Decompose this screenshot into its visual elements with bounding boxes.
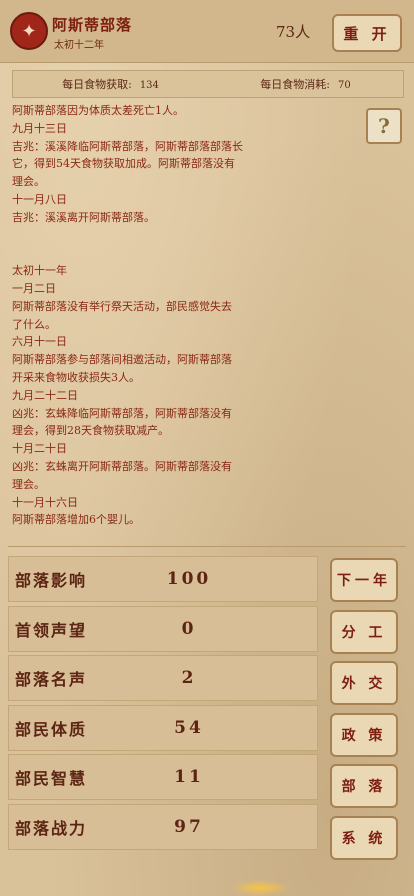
stat-value: 11 bbox=[174, 767, 204, 787]
top-bar: ✦ 阿斯蒂部落 太初十二年 73人 重 开 bbox=[0, 0, 414, 63]
log-line: 凶兆：玄蛛降临阿斯蒂部落，阿斯蒂部落没有 bbox=[12, 406, 232, 420]
question-mark-icon[interactable]: ? bbox=[366, 108, 402, 144]
log-line: 理会，得到28天食物获取减产。 bbox=[12, 424, 169, 438]
log-line: 吉兆：溪溪离开阿斯蒂部落。 bbox=[12, 210, 155, 224]
log-line: 了什么。 bbox=[12, 317, 56, 331]
stat-row-wisdom: 部民智慧 11 bbox=[8, 754, 318, 800]
log-line: 它，得到54天食物获取加成。阿斯蒂部落没有 bbox=[12, 157, 235, 171]
stat-row-constitution: 部民体质 54 bbox=[8, 704, 318, 751]
food-gain-label: 每日食物获取: bbox=[62, 78, 132, 91]
policy-button[interactable]: 政 策 bbox=[330, 712, 398, 757]
tribe-name: 阿斯蒂部落 bbox=[52, 16, 133, 34]
stat-value: 2 bbox=[181, 668, 197, 688]
divider bbox=[8, 546, 406, 547]
stats-panel: 部落影响 100 首领声望 0 部落名声 2 部民体质 54 部民智慧 11 部… bbox=[8, 556, 318, 853]
log-line: 六月十一日 bbox=[12, 335, 67, 349]
food-bar: 每日食物获取: 134 每日食物消耗: 70 bbox=[12, 70, 404, 98]
log-line: 阿斯蒂部落因为体质太差死亡1人。 bbox=[12, 104, 184, 117]
stat-label: 部落战力 bbox=[15, 818, 88, 838]
log-line: 阿斯蒂部落参与部落间相邀活动，阿斯蒂部落 bbox=[12, 353, 232, 367]
action-buttons: 下一年 分 工 外 交 政 策 部 落 系 统 bbox=[330, 558, 398, 868]
stat-label: 部落影响 bbox=[15, 571, 88, 590]
log-line: 阿斯蒂部落没有举行祭天活动，部民感觉失去 bbox=[12, 299, 232, 313]
era-label: 太初十二年 bbox=[54, 40, 104, 51]
log-line: 理会。 bbox=[12, 477, 45, 491]
log-line: 十月二十日 bbox=[12, 442, 67, 456]
stat-row-influence: 部落影响 100 bbox=[8, 556, 318, 602]
stat-row-prestige: 首领声望 0 bbox=[8, 605, 318, 652]
stat-value: 97 bbox=[174, 816, 204, 837]
stat-value: 0 bbox=[181, 618, 197, 639]
stat-value: 54 bbox=[174, 717, 204, 738]
division-button[interactable]: 分 工 bbox=[330, 609, 398, 654]
food-gain-value: 134 bbox=[139, 80, 159, 91]
log-line: 九月二十二日 bbox=[12, 388, 78, 402]
log-line: 十一月十六日 bbox=[12, 495, 78, 509]
log-line: 开采来食物收获损失3人。 bbox=[12, 370, 140, 384]
log-line: 理会。 bbox=[12, 175, 45, 189]
food-consume-label: 每日食物消耗: bbox=[260, 78, 330, 91]
food-gain: 每日食物获取: 134 bbox=[13, 76, 208, 92]
tribe-button[interactable]: 部 落 bbox=[330, 764, 398, 809]
stat-label: 部民智慧 bbox=[15, 769, 88, 788]
stat-value: 100 bbox=[166, 569, 212, 589]
event-log[interactable]: 阿斯蒂部落因为体质太差死亡1人。 九月十三日 吉兆：溪溪降临阿斯蒂部落，阿斯蒂部… bbox=[12, 102, 357, 542]
restart-button[interactable]: 重 开 bbox=[332, 14, 402, 52]
food-consume: 每日食物消耗: 70 bbox=[208, 76, 403, 92]
diplomacy-button[interactable]: 外 交 bbox=[330, 661, 398, 706]
stat-row-power: 部落战力 97 bbox=[8, 803, 318, 850]
stat-label: 部落名声 bbox=[15, 670, 88, 689]
next-year-button[interactable]: 下一年 bbox=[330, 558, 398, 602]
log-line: 凶兆：玄蛛离开阿斯蒂部落。阿斯蒂部落没有 bbox=[12, 459, 232, 473]
bottom-glow bbox=[230, 880, 290, 896]
log-line: 九月十三日 bbox=[12, 121, 67, 135]
log-line: 吉兆：溪溪降临阿斯蒂部落，阿斯蒂部落部落长 bbox=[12, 139, 243, 153]
stat-label: 部民体质 bbox=[15, 719, 88, 739]
stat-row-reputation: 部落名声 2 bbox=[8, 655, 318, 701]
log-line: 一月二日 bbox=[12, 281, 56, 295]
system-button[interactable]: 系 统 bbox=[330, 815, 398, 860]
stat-label: 首领声望 bbox=[15, 620, 88, 640]
log-line: 十一月八日 bbox=[12, 192, 67, 206]
log-line: 阿斯蒂部落增加6个婴儿。 bbox=[12, 513, 140, 527]
population-count: 73人 bbox=[276, 23, 311, 41]
tribe-emblem-icon: ✦ bbox=[10, 12, 48, 50]
food-consume-value: 70 bbox=[337, 80, 351, 91]
log-line: 太初十一年 bbox=[12, 264, 67, 278]
